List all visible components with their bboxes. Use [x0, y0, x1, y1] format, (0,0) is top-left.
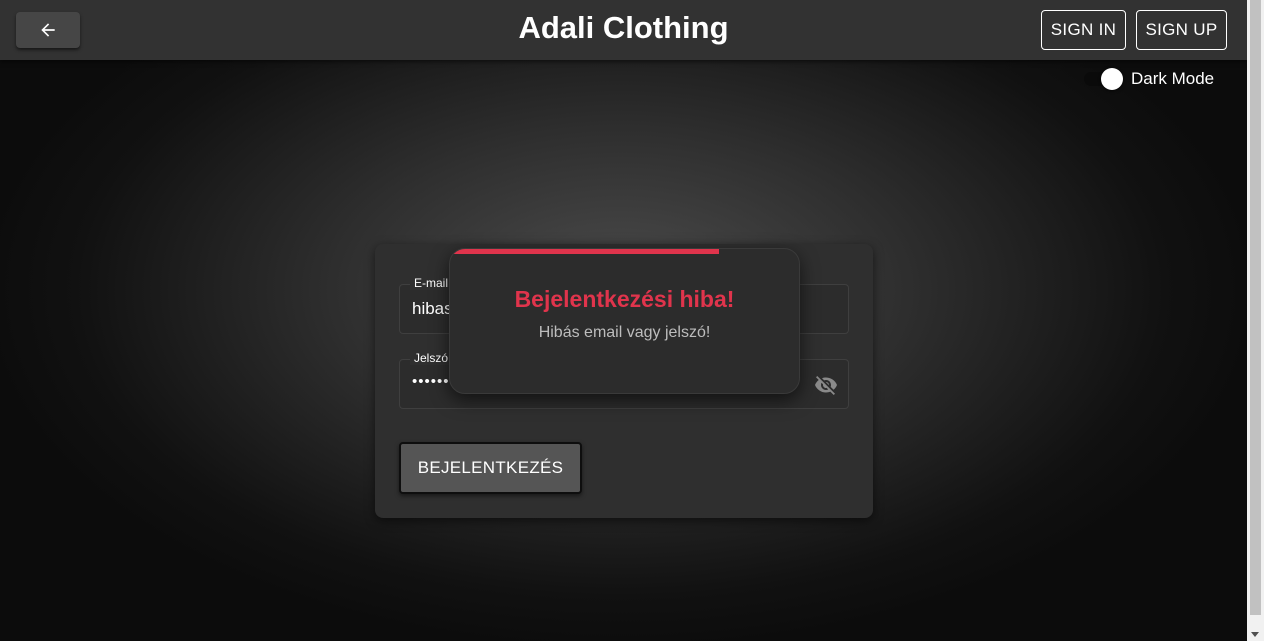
dark-mode-label: Dark Mode — [1131, 69, 1215, 88]
switch-thumb[interactable] — [1101, 68, 1123, 90]
arrow-left-icon — [41, 23, 55, 37]
sign-up-button[interactable]: SIGN UP — [1136, 10, 1227, 50]
email-label: E-mail — [410, 276, 453, 290]
back-button[interactable] — [16, 12, 80, 48]
dark-mode-switch[interactable] — [1084, 68, 1123, 90]
page-background: Adali Clothing SIGN IN SIGN UP Dark Mode… — [0, 0, 1247, 641]
error-toast: Bejelentkezési hiba! Hibás email vagy je… — [449, 248, 800, 394]
eye-off-icon[interactable] — [814, 373, 838, 397]
app-title: Adali Clothing — [518, 10, 729, 45]
sign-in-button[interactable]: SIGN IN — [1041, 10, 1126, 50]
scrollbar-thumb[interactable] — [1250, 0, 1261, 615]
scroll-down-arrow-icon[interactable] — [1251, 632, 1259, 637]
email-input-value[interactable]: hibas — [412, 299, 453, 319]
toast-message: Hibás email vagy jelszó! — [538, 324, 711, 341]
app-bar: Adali Clothing SIGN IN SIGN UP — [0, 0, 1247, 60]
login-submit-button[interactable]: BEJELENTKEZÉS — [399, 442, 582, 494]
toast-progress-bar — [450, 249, 719, 254]
dark-mode-toggle[interactable]: Dark Mode — [1084, 68, 1214, 90]
password-label: Jelszó — [410, 351, 453, 365]
vertical-scrollbar[interactable] — [1247, 0, 1264, 641]
toast-title: Bejelentkezési hiba! — [514, 286, 735, 312]
